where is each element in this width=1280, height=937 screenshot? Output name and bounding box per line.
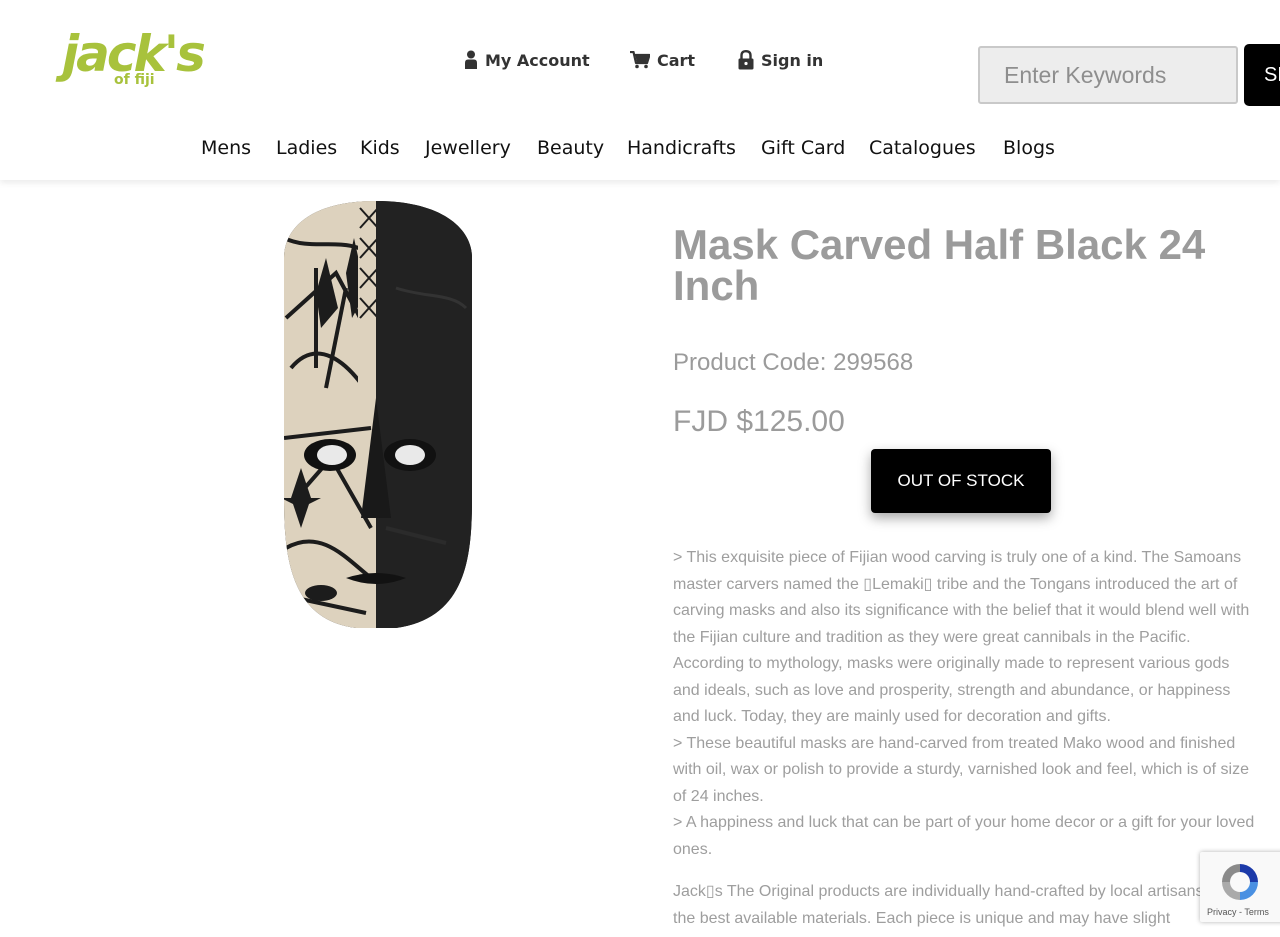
recaptcha-badge[interactable]: Privacy - Terms [1200,852,1280,922]
description-paragraph: Jack▯s The Original products are individ… [673,883,1247,927]
nav-item-gift-card[interactable]: Gift Card [761,132,845,164]
product-title: Mask Carved Half Black 24 Inch [673,221,1206,309]
my-account-label: My Account [485,50,590,70]
user-icon [465,50,477,69]
nav-item-blogs[interactable]: Blogs [1003,132,1055,164]
out-of-stock-button[interactable]: OUT OF STOCK [871,449,1051,513]
nav-item-mens[interactable]: Mens [201,132,251,164]
main-nav: Mens Ladies Kids Jewellery Beauty Handic… [0,132,1280,164]
sign-in-label: Sign in [761,50,824,70]
jacks-logo[interactable]: jack's of fiji [62,24,206,94]
nav-item-ladies[interactable]: Ladies [276,132,337,164]
nav-item-kids[interactable]: Kids [360,132,400,164]
recaptcha-links[interactable]: Privacy - Terms [1207,907,1269,917]
nav-item-handicrafts[interactable]: Handicrafts [627,132,736,164]
product-description: > This exquisite piece of Fijian wood ca… [673,545,1258,932]
lock-icon [738,50,754,70]
search-button[interactable]: SEARCH [1244,44,1280,106]
cart-label: Cart [657,50,696,70]
product-image[interactable] [276,198,476,630]
sign-in-link[interactable]: Sign in [738,48,823,72]
nav-item-jewellery[interactable]: Jewellery [425,132,511,164]
nav-item-beauty[interactable]: Beauty [537,132,604,164]
product-code: Product Code: 299568 [673,349,914,376]
product-price: FJD $125.00 [673,405,845,438]
logo-subtitle: of fiji [114,72,155,88]
description-paragraph: > This exquisite piece of Fijian wood ca… [673,549,1250,725]
search-input[interactable] [978,46,1238,104]
cart-icon [630,51,650,69]
nav-item-catalogues[interactable]: Catalogues [869,132,976,164]
recaptcha-icon [1222,864,1258,900]
site-header: jack's of fiji My Account Cart Sign in S… [0,0,1280,180]
cart-link[interactable]: Cart [630,48,695,72]
my-account-link[interactable]: My Account [464,48,590,72]
description-paragraph: > These beautiful masks are hand-carved … [673,734,1249,805]
description-paragraph: > A happiness and luck that can be part … [673,814,1255,858]
